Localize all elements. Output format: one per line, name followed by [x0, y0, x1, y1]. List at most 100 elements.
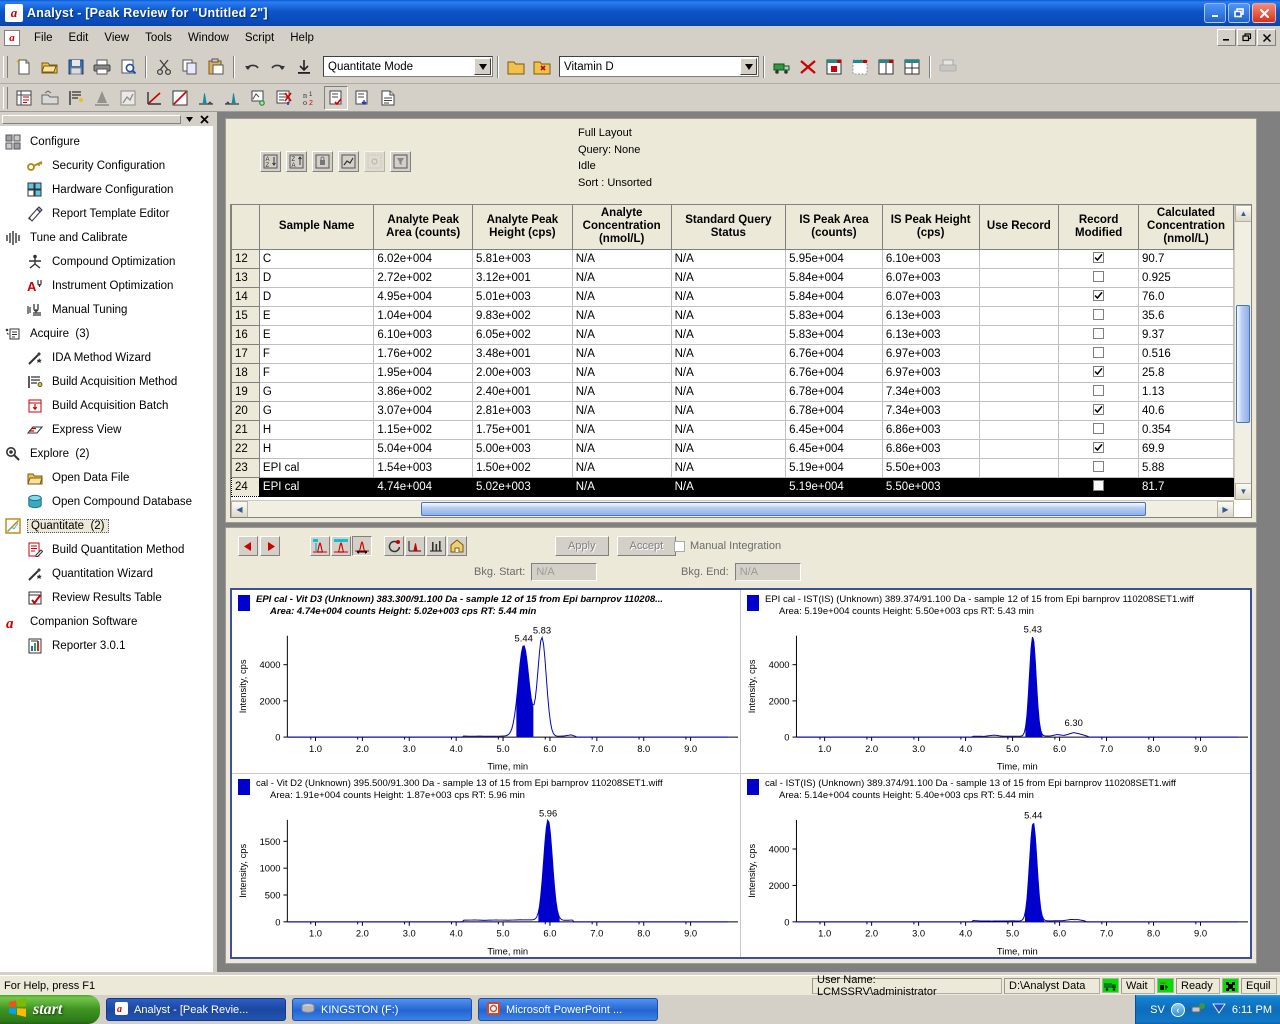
project-combo[interactable]: Vitamin D — [559, 56, 759, 77]
copy-icon[interactable] — [178, 55, 202, 79]
menu-help[interactable]: Help — [282, 29, 322, 47]
record-modified-checkbox[interactable] — [1093, 252, 1105, 263]
record-modified-checkbox[interactable] — [1093, 366, 1105, 377]
chevron-down-icon[interactable] — [474, 58, 491, 75]
record-modified-checkbox[interactable] — [1093, 384, 1105, 396]
chromatogram-bottom-left[interactable]: cal - Vit D2 (Unknown) 395.500/91.300 Da… — [232, 773, 741, 957]
toolbar-grip-2[interactable] — [3, 86, 8, 109]
chart-icon[interactable] — [338, 151, 359, 172]
taskbar-item-powerpoint[interactable]: Microsoft PowerPoint ... — [478, 998, 658, 1021]
review-results-table-icon[interactable] — [324, 85, 348, 110]
peak-marker-icon[interactable] — [90, 86, 114, 110]
sort-za-icon[interactable]: ZA — [286, 151, 307, 172]
table-row[interactable]: 15 E 1.04e+004 9.83e+002 N/A N/A 5.83e+004 6.13… — [231, 305, 1234, 326]
cut-peak-icon[interactable] — [246, 86, 270, 110]
queue-icon[interactable] — [770, 55, 794, 79]
new-icon[interactable] — [12, 55, 36, 79]
table-row[interactable]: 12 C 6.02e+004 5.81e+003 N/A N/A 5.95e+004 6.10… — [231, 248, 1234, 269]
panel-split-icon[interactable] — [874, 55, 898, 79]
column-header-2[interactable]: Analyte Peak Area (counts) — [373, 205, 474, 250]
sidebar-group-explore[interactable]: Explore (2) — [4, 442, 213, 466]
table-row[interactable]: 24 EPI cal 4.74e+004 5.02e+003 N/A N/A 5.19e+0… — [231, 476, 1234, 497]
table-row[interactable]: 17 F 1.76e+002 3.48e+001 N/A N/A 6.76e+004 6.97… — [231, 343, 1234, 364]
scroll-left-arrow[interactable]: ◀ — [231, 501, 248, 517]
sidebar-item-build-quantitation-method[interactable]: Build Quantitation Method — [4, 538, 213, 562]
record-modified-checkbox[interactable] — [1093, 422, 1105, 434]
sort-az-icon[interactable]: AZ — [260, 151, 281, 172]
column-header-3[interactable]: Analyte Peak Height (cps) — [472, 205, 573, 250]
apply-button[interactable]: Apply — [555, 536, 609, 556]
column-header-0[interactable] — [231, 205, 260, 250]
scroll-right-arrow[interactable]: ▶ — [1217, 501, 1234, 517]
peak-integration-icon[interactable] — [194, 86, 218, 110]
table-row[interactable]: 22 H 5.04e+004 5.00e+003 N/A N/A 6.45e+004 6.86… — [231, 438, 1234, 459]
cell-record-modified[interactable] — [1058, 267, 1140, 288]
download-icon[interactable] — [292, 55, 316, 79]
scroll-down-arrow[interactable]: ▼ — [1235, 483, 1251, 500]
cell-record-modified[interactable] — [1058, 457, 1140, 478]
next-sample-button[interactable] — [260, 536, 280, 556]
chromatogram-top-left[interactable]: EPI cal - Vit D3 (Unknown) 383.300/91.10… — [232, 590, 741, 774]
record-modified-checkbox[interactable] — [1093, 308, 1105, 320]
cell-record-modified[interactable] — [1058, 400, 1140, 421]
filter-icon[interactable] — [390, 151, 411, 172]
sidebar-group-tune-and-calibrate[interactable]: Tune and Calibrate — [4, 226, 213, 250]
sidebar-item-build-acquisition-method[interactable]: Build Acquisition Method — [4, 370, 213, 394]
taskbar-item-analyst[interactable]: a Analyst - [Peak Revie... — [106, 998, 286, 1021]
table-row[interactable]: 23 EPI cal 1.54e+003 1.50e+002 N/A N/A 5.19e+0… — [231, 457, 1234, 478]
column-header-8[interactable]: Use Record — [978, 205, 1060, 250]
table-row[interactable]: 18 F 1.95e+004 2.00e+003 N/A N/A 6.76e+004 6.97… — [231, 362, 1234, 383]
tray-expand-icon[interactable]: ‹ — [1170, 1002, 1185, 1017]
peak-both-icon[interactable] — [331, 536, 351, 556]
menu-edit[interactable]: Edit — [61, 29, 97, 47]
mdi-restore-button[interactable] — [1237, 29, 1256, 46]
results-table-icon[interactable] — [12, 86, 36, 110]
sidebar-item-review-results-table[interactable]: Review Results Table — [4, 586, 213, 610]
sidebar-group-configure[interactable]: Configure — [4, 130, 213, 154]
clear-rows-icon[interactable] — [272, 86, 296, 110]
sidebar-item-open-compound-database[interactable]: Open Compound Database — [4, 490, 213, 514]
column-header-4[interactable]: Analyte Concentration (nmol/L) — [571, 205, 672, 250]
sidebar-group-companion-software[interactable]: a Companion Software — [4, 610, 213, 634]
print-report-icon[interactable] — [936, 55, 960, 79]
column-header-10[interactable]: Calculated Concentration (nmol/L) — [1138, 205, 1234, 250]
project-folder-alt-icon[interactable] — [530, 55, 554, 79]
sidebar-close-button[interactable] — [198, 113, 211, 125]
sidebar-titlebar[interactable] — [2, 114, 181, 124]
calibration-icon[interactable] — [116, 86, 140, 110]
panel-dashed-icon[interactable] — [848, 55, 872, 79]
record-modified-checkbox[interactable] — [1093, 270, 1105, 282]
zoom-peak-icon[interactable] — [405, 536, 425, 556]
chevron-down-icon-2[interactable] — [740, 58, 757, 75]
results-horizontal-scrollbar[interactable]: ◀ ▶ — [231, 500, 1234, 517]
cell-record-modified[interactable] — [1058, 362, 1140, 383]
minimize-button[interactable] — [1204, 3, 1226, 23]
bkg-end-input[interactable]: N/A — [734, 563, 801, 581]
peak-right-icon[interactable] — [352, 536, 372, 556]
horizontal-scroll-thumb[interactable] — [421, 502, 1146, 516]
lock-icon[interactable] — [312, 151, 333, 172]
record-modified-checkbox[interactable] — [1093, 479, 1105, 491]
tray-safely-remove-icon[interactable] — [1212, 1002, 1226, 1018]
chromatogram-plot[interactable]: 0 2000 4000 1.0 2.0 3.0 4.0 5.0 6.0 7.0 8.0 9.0 5.43… — [741, 620, 1250, 773]
cell-record-modified[interactable] — [1058, 419, 1140, 440]
record-modified-checkbox[interactable] — [1093, 460, 1105, 472]
record-modified-checkbox[interactable] — [1093, 442, 1105, 453]
sidebar-item-security-configuration[interactable]: Security Configuration — [4, 154, 213, 178]
regression-box-icon[interactable] — [168, 86, 192, 110]
record-modified-checkbox[interactable] — [1093, 346, 1105, 358]
mdi-minimize-button[interactable] — [1217, 29, 1236, 46]
cell-record-modified[interactable] — [1058, 286, 1140, 307]
sidebar-item-express-view[interactable]: Express View — [4, 418, 213, 442]
cell-record-modified[interactable] — [1058, 381, 1140, 402]
undo-icon[interactable] — [240, 55, 264, 79]
cell-record-modified[interactable] — [1058, 476, 1140, 497]
sidebar-item-build-acquisition-batch[interactable]: Build Acquisition Batch — [4, 394, 213, 418]
menu-script[interactable]: Script — [237, 29, 282, 47]
redo-icon[interactable] — [266, 55, 290, 79]
sidebar-item-manual-tuning[interactable]: Manual Tuning — [4, 298, 213, 322]
previous-sample-button[interactable] — [238, 536, 258, 556]
sidebar-dropdown-button[interactable] — [183, 113, 196, 125]
record-modified-checkbox[interactable] — [1093, 290, 1105, 301]
restore-button[interactable] — [1228, 3, 1250, 23]
